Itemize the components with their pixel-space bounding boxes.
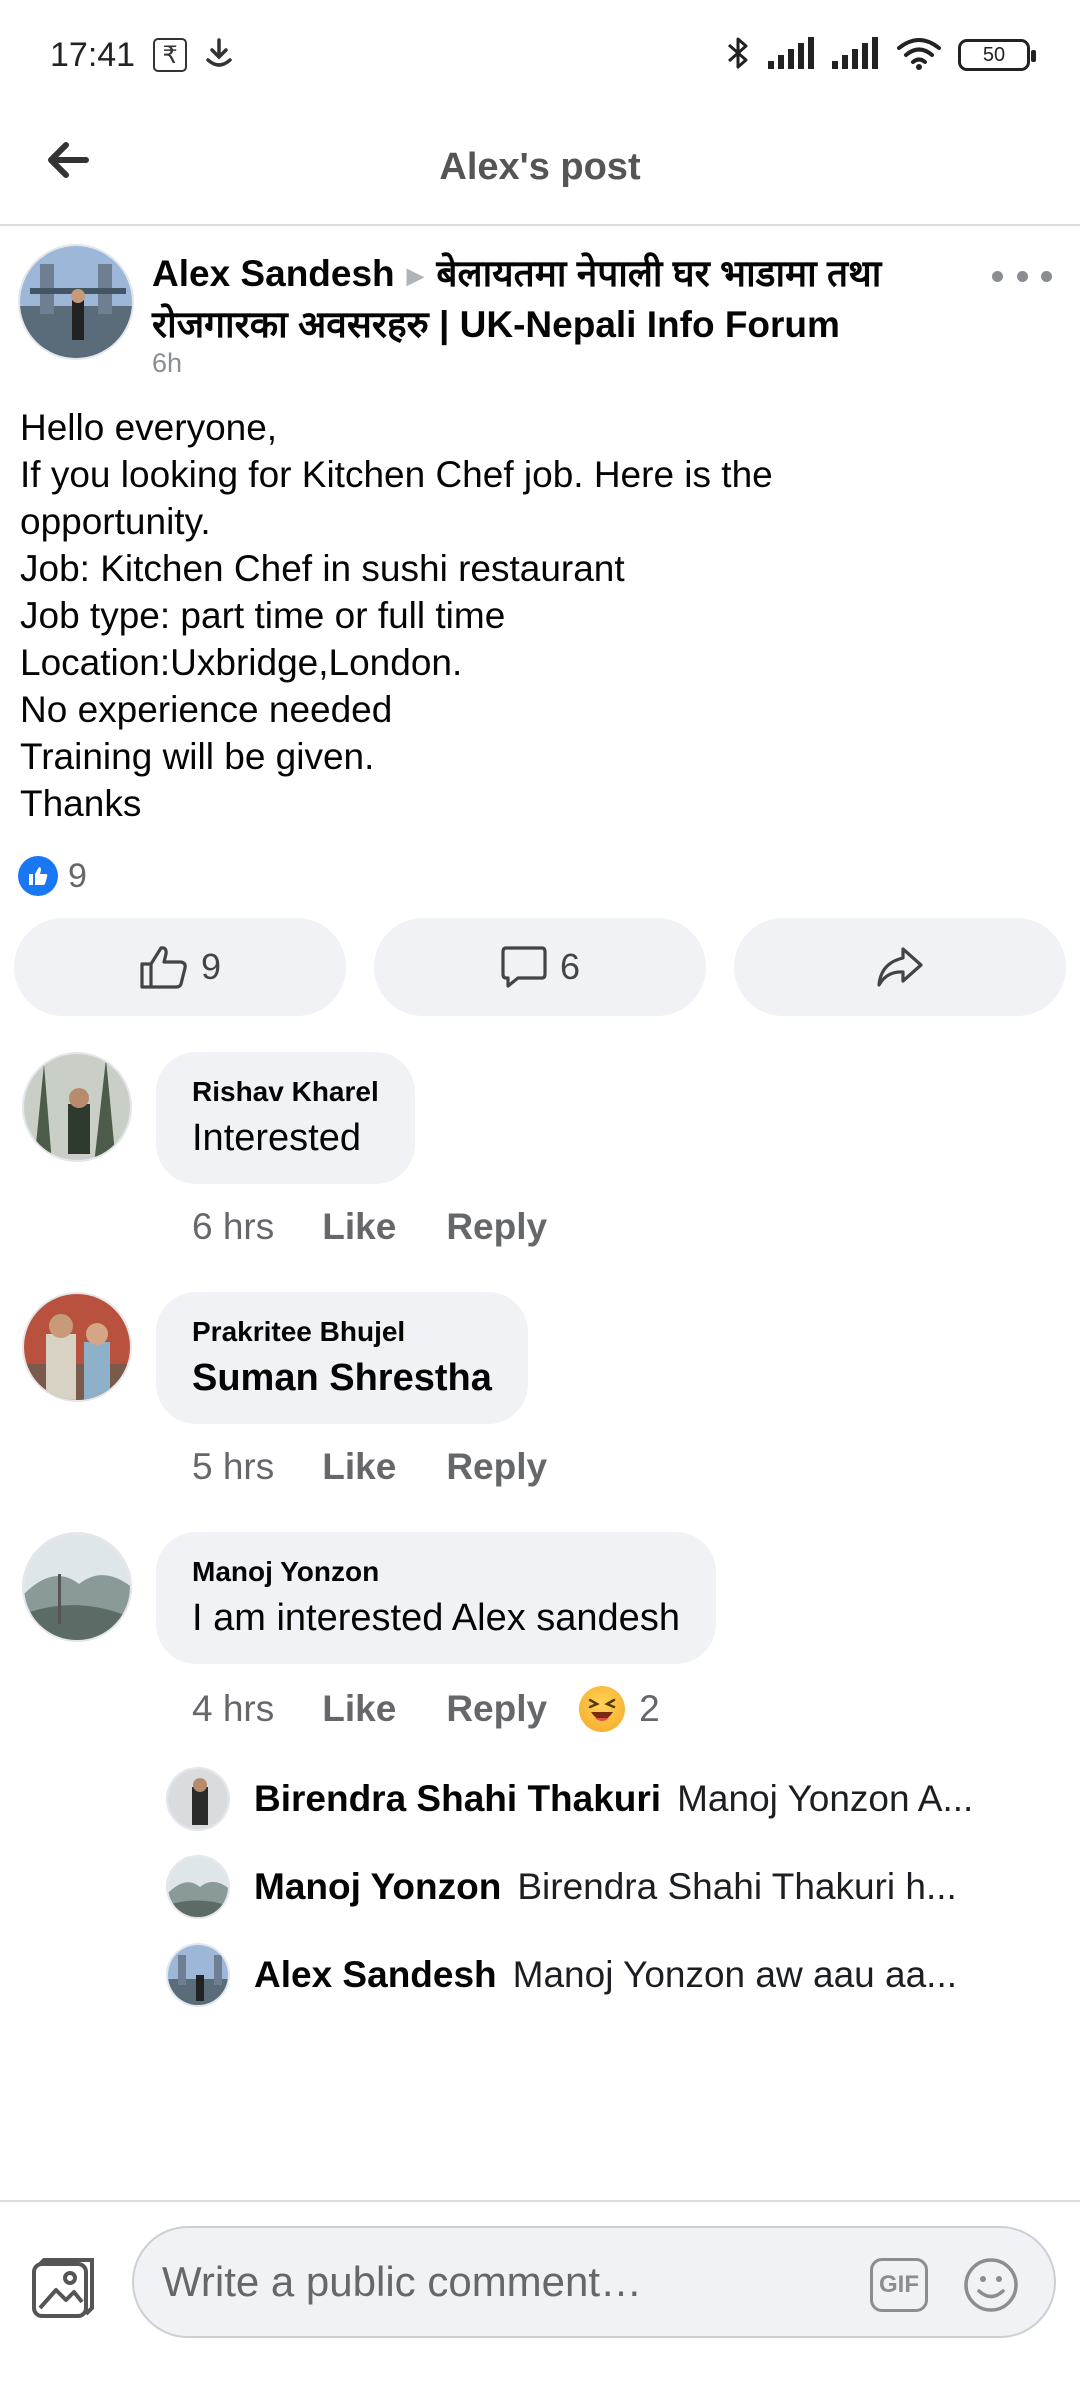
comment-bubble[interactable]: Manoj Yonzon I am interested Alex sandes… [156,1532,716,1664]
reply-avatar[interactable] [166,1943,230,2007]
like-button[interactable]: 9 [14,918,346,1016]
reply-item[interactable]: Manoj Yonzon Birendra Shahi Thakuri h... [166,1852,1046,1922]
commenter-name[interactable]: Manoj Yonzon [192,1554,680,1590]
comment-time[interactable]: 4 hrs [192,1688,274,1730]
post-line: No experience needed [20,689,393,730]
commenter-name[interactable]: Rishav Kharel [192,1074,379,1110]
arrow-right-icon: ► [400,260,431,293]
reply-text-line: Alex Sandesh Manoj Yonzon aw aau aa... [254,1954,1014,1996]
smiley-icon [964,2258,1018,2312]
post-line: If you looking for Kitchen Chef job. Her… [20,454,773,495]
emoji-button[interactable] [962,2256,1020,2314]
post-line: Hello everyone, [20,407,278,448]
reply-text-line: Manoj Yonzon Birendra Shahi Thakuri h... [254,1866,1014,1908]
download-icon [203,36,235,75]
comment-like-button[interactable]: Like [322,1446,396,1488]
status-bar: 17:41 ₹ 50 [0,0,1080,110]
reply-avatar[interactable] [166,1855,230,1919]
comment-like-button[interactable]: Like [322,1206,396,1248]
like-count: 9 [200,946,222,987]
rupee-notification-icon: ₹ [153,38,188,72]
comment-reaction-summary[interactable]: 2 [579,1686,660,1732]
photo-icon [32,2258,94,2318]
comment-icon [501,946,547,988]
comment-like-button[interactable]: Like [322,1688,396,1730]
comment-meta: 6 hrs Like Reply [192,1206,597,1248]
comment-input[interactable] [162,2258,822,2306]
commenter-avatar[interactable] [22,1532,132,1642]
reply-preview: Birendra Shahi Thakuri h... [517,1866,957,1907]
reply-avatar[interactable] [166,1767,230,1831]
bluetooth-icon [724,34,752,77]
comment-composer: GIF [0,2200,1080,2400]
more-dot-icon [992,270,1003,282]
commenter-name[interactable]: Prakritee Bhujel [192,1314,492,1350]
comment-time[interactable]: 6 hrs [192,1206,274,1248]
signal-icon-2 [832,36,880,74]
reply-author[interactable]: Birendra Shahi Thakuri [254,1778,661,1819]
comment-bubble[interactable]: Rishav Kharel Interested [156,1052,415,1184]
page-title: Alex's post [439,145,641,188]
reaction-count: 9 [68,856,87,895]
photo-button[interactable] [30,2256,96,2322]
gif-button[interactable]: GIF [870,2258,928,2312]
mentioned-name[interactable]: Suman Shrestha [192,1354,492,1402]
signal-icon [768,36,816,74]
comment-button[interactable]: 6 [374,918,706,1016]
share-button[interactable] [734,918,1066,1016]
comment-count: 6 [559,946,581,987]
comment-meta: 5 hrs Like Reply [192,1446,597,1488]
reply-item[interactable]: Birendra Shahi Thakuri Manoj Yonzon A... [166,1764,1046,1834]
reply-author[interactable]: Alex Sandesh [254,1954,497,1995]
share-icon [877,947,923,987]
comment-reply-button[interactable]: Reply [446,1446,547,1488]
comment-reply-button[interactable]: Reply [446,1688,547,1730]
post-line: opportunity. [20,501,211,542]
comment-text: Interested [192,1117,361,1159]
comment-time[interactable]: 5 hrs [192,1446,274,1488]
commenter-avatar[interactable] [22,1292,132,1402]
author-avatar[interactable] [18,244,134,360]
wifi-icon [896,36,942,75]
back-button[interactable] [40,132,96,188]
comment-input-box[interactable]: GIF [132,2226,1056,2338]
back-arrow-icon [48,142,89,178]
battery-icon: 50 [958,39,1036,71]
post-body: Hello everyone, If you looking for Kitch… [20,404,1060,827]
like-reaction-icon [18,856,58,896]
post-timestamp[interactable]: 6h [152,348,182,379]
comment-text: I am interested Alex sandesh [192,1597,680,1639]
commenter-avatar[interactable] [22,1052,132,1162]
post-actions: 9 6 [14,918,1066,1016]
comment-reply-button[interactable]: Reply [446,1206,547,1248]
comment-bubble[interactable]: Prakritee Bhujel Suman Shrestha [156,1292,528,1424]
post-line: Training will be given. [20,736,375,777]
post-line: Job: Kitchen Chef in sushi restaurant [20,548,625,589]
reply-text-line: Birendra Shahi Thakuri Manoj Yonzon A... [254,1778,1014,1820]
author-name[interactable]: Alex Sandesh [152,253,395,294]
top-app-bar: Alex's post [0,110,1080,226]
reaction-summary[interactable]: 9 [18,856,87,896]
more-options-button[interactable] [992,256,1052,296]
post-author-line: Alex Sandesh ► बेलायतमा नेपाली घर भाडामा त… [152,250,992,349]
post-line: Location:Uxbridge,London. [20,642,463,683]
laughing-emoji-icon [579,1686,626,1732]
comment-meta: 4 hrs Like Reply 2 [192,1686,660,1732]
thumbs-up-icon [140,946,187,989]
reply-preview: Manoj Yonzon A... [677,1778,974,1819]
reply-item[interactable]: Alex Sandesh Manoj Yonzon aw aau aa... [166,1940,1046,2010]
comment-reaction-count: 2 [639,1688,660,1729]
post-line: Job type: part time or full time [20,595,506,636]
status-time: 17:41 [50,35,136,74]
reply-preview: Manoj Yonzon aw aau aa... [512,1954,957,1995]
reply-author[interactable]: Manoj Yonzon [254,1866,501,1907]
post-line: Thanks [20,783,142,824]
